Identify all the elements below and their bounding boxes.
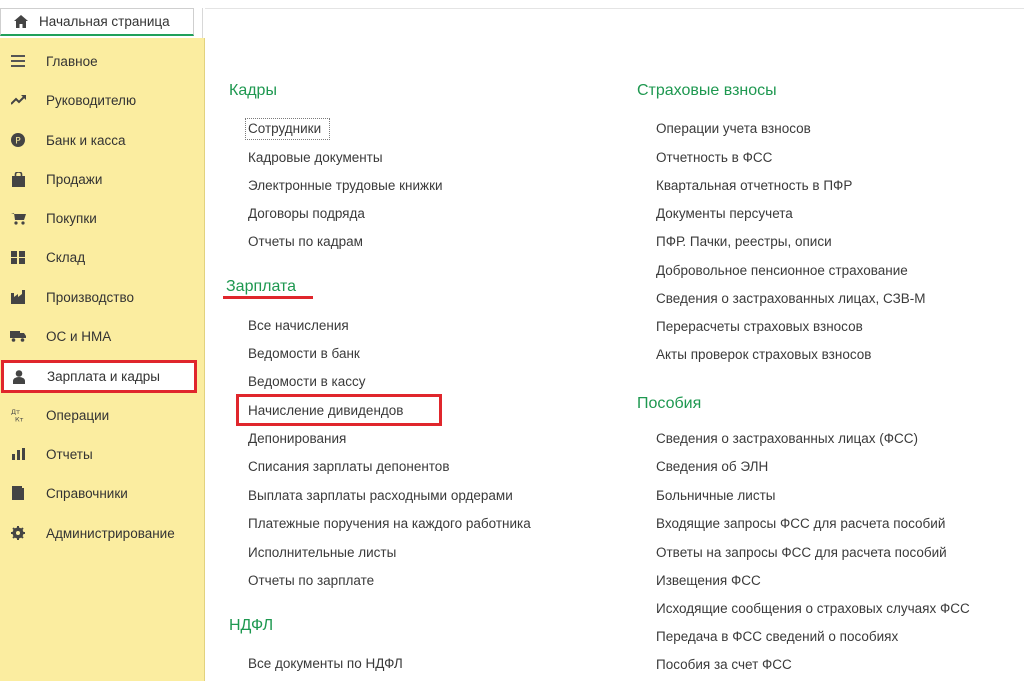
- link-vedomosti-kassa[interactable]: Ведомости в кассу: [248, 374, 366, 389]
- link-vhodyashchie-zaprosy[interactable]: Входящие запросы ФСС для расчета пособий: [656, 516, 945, 531]
- link-bolnichnye-listy[interactable]: Больничные листы: [656, 488, 775, 503]
- section-title-ndfl: НДФЛ: [229, 617, 274, 634]
- link-svedeniya-fss[interactable]: Сведения о застрахованных лицах (ФСС): [656, 431, 918, 446]
- tab-divider: [202, 8, 203, 38]
- coin-icon: P: [10, 132, 26, 148]
- link-dokumenty-persucheta[interactable]: Документы персучета: [656, 206, 793, 221]
- link-vse-dokumenty-ndfl[interactable]: Все документы по НДФЛ: [248, 656, 403, 671]
- sidebar-item-bank[interactable]: P Банк и касса: [0, 122, 205, 158]
- link-vedomosti-bank[interactable]: Ведомости в банк: [248, 346, 360, 361]
- link-dobrovolnoe-strahovanie[interactable]: Добровольное пенсионное страхование: [656, 263, 908, 278]
- link-platezhnye-porucheniya[interactable]: Платежные поручения на каждого работника: [248, 516, 531, 531]
- book-icon: [10, 485, 26, 501]
- link-peredacha-fss[interactable]: Передача в ФСС сведений о пособиях: [656, 629, 898, 644]
- sidebar-item-label: Склад: [46, 249, 86, 265]
- sidebar-item-spravochniki[interactable]: Справочники: [0, 475, 205, 511]
- sidebar-item-zarplata-kadry[interactable]: Зарплата и кадры: [1, 360, 197, 393]
- link-spisaniya-depo[interactable]: Списания зарплаты депонентов: [248, 459, 450, 474]
- link-otchetnost-fss[interactable]: Отчетность в ФСС: [656, 150, 772, 165]
- home-icon: [13, 14, 29, 30]
- focus-outline: [245, 118, 330, 140]
- sidebar-item-otchety[interactable]: Отчеты: [0, 436, 205, 472]
- sidebar-item-prodazhi[interactable]: Продажи: [0, 161, 205, 197]
- link-otchety-po-zarplate[interactable]: Отчеты по зарплате: [248, 573, 374, 588]
- sidebar-item-label: ОС и НМА: [46, 328, 112, 344]
- link-vyplata-rko[interactable]: Выплата зарплаты расходными ордерами: [248, 488, 513, 503]
- link-dogovory-podryada[interactable]: Договоры подряда: [248, 206, 365, 221]
- home-tab-label: Начальная страница: [39, 14, 170, 29]
- sidebar-item-label: Продажи: [46, 171, 103, 187]
- link-ishodyashchie-soobshcheniya[interactable]: Исходящие сообщения о страховых случаях …: [656, 601, 970, 616]
- link-szv-m[interactable]: Сведения о застрахованных лицах, СЗВ-М: [656, 291, 926, 306]
- sidebar-item-label: Производство: [46, 289, 135, 305]
- dt-kt-icon: Дт Кт: [10, 407, 26, 423]
- home-tab[interactable]: Начальная страница: [0, 8, 194, 36]
- menu-lines-icon: [10, 53, 26, 69]
- section-title-kadry: Кадры: [229, 82, 277, 99]
- link-akty-proverok[interactable]: Акты проверок страховых взносов: [656, 347, 871, 362]
- link-operacii-ucheta[interactable]: Операции учета взносов: [656, 121, 811, 136]
- sidebar-item-label: Покупки: [46, 210, 97, 226]
- sidebar-item-sklad[interactable]: Склад: [0, 239, 205, 275]
- link-svedeniya-eln[interactable]: Сведения об ЭЛН: [656, 459, 768, 474]
- sidebar-item-pokupki[interactable]: Покупки: [0, 200, 205, 236]
- highlight-box: [236, 394, 442, 426]
- sidebar-item-label: Администрирование: [46, 525, 175, 541]
- sidebar-item-glavnoe[interactable]: Главное: [0, 43, 205, 79]
- tab-strip-border: [205, 8, 1024, 9]
- link-vse-nachisleniya[interactable]: Все начисления: [248, 318, 349, 333]
- section-title-vznosy: Страховые взносы: [637, 82, 777, 99]
- trend-icon: [10, 92, 26, 108]
- sidebar-item-label: Банк и касса: [46, 132, 126, 148]
- link-otvety-na-zaprosy[interactable]: Ответы на запросы ФСС для расчета пособи…: [656, 545, 947, 560]
- sidebar-item-rukovoditelyu[interactable]: Руководителю: [0, 82, 205, 118]
- gear-icon: [10, 525, 26, 541]
- highlight-underline: [223, 296, 313, 299]
- sidebar-item-operacii[interactable]: Дт Кт Операции: [0, 397, 205, 433]
- sidebar-item-label: Операции: [46, 407, 110, 423]
- link-izveshcheniya-fss[interactable]: Извещения ФСС: [656, 573, 761, 588]
- section-title-zarplata: Зарплата: [226, 278, 297, 295]
- sidebar-item-label: Справочники: [46, 485, 128, 501]
- sidebar: Главное Руководителю P Банк и касса Прод…: [0, 38, 205, 681]
- truck-icon: [10, 328, 26, 344]
- link-elektronnye-trudovye[interactable]: Электронные трудовые книжки: [248, 178, 443, 193]
- sidebar-item-os-nma[interactable]: ОС и НМА: [0, 318, 205, 354]
- link-pfr-pachki[interactable]: ПФР. Пачки, реестры, описи: [656, 234, 832, 249]
- person-icon: [11, 369, 27, 385]
- section-title-posobiya: Пособия: [637, 395, 702, 412]
- sidebar-item-label: Руководителю: [46, 92, 137, 108]
- link-posobiya-za-schet-fss[interactable]: Пособия за счет ФСС: [656, 657, 792, 672]
- bar-chart-icon: [10, 446, 26, 462]
- link-pereraschety[interactable]: Перерасчеты страховых взносов: [656, 319, 863, 334]
- cart-icon: [10, 210, 26, 226]
- sidebar-item-label: Главное: [46, 53, 98, 69]
- link-kadrovye-dokumenty[interactable]: Кадровые документы: [248, 150, 383, 165]
- sidebar-item-label: Зарплата и кадры: [47, 369, 160, 384]
- svg-text:P: P: [15, 137, 21, 147]
- link-kvartalnaya-pfr[interactable]: Квартальная отчетность в ПФР: [656, 178, 852, 193]
- top-tab-bar: Начальная страница: [0, 0, 1024, 38]
- sidebar-item-proizvodstvo[interactable]: Производство: [0, 279, 205, 315]
- warehouse-icon: [10, 249, 26, 265]
- factory-icon: [10, 289, 26, 305]
- shopping-bag-icon: [10, 171, 26, 187]
- svg-text:Кт: Кт: [15, 416, 24, 423]
- sidebar-item-label: Отчеты: [46, 446, 93, 462]
- sidebar-item-administrirovanie[interactable]: Администрирование: [0, 515, 205, 551]
- link-otchety-po-kadram[interactable]: Отчеты по кадрам: [248, 234, 363, 249]
- link-deponirovaniya[interactable]: Депонирования: [248, 431, 346, 446]
- link-ispolnitelnye-listy[interactable]: Исполнительные листы: [248, 545, 396, 560]
